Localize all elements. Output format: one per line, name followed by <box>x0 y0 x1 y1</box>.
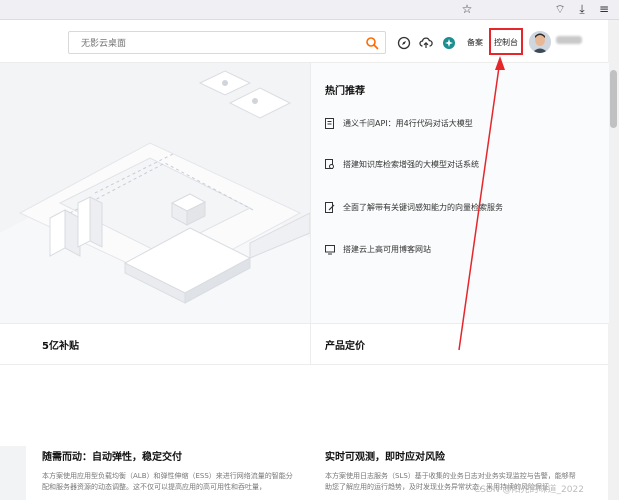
hot-item-label[interactable]: 全面了解带有关键词感知能力的向量检索服务 <box>343 202 503 213</box>
username-blurred[interactable] <box>556 36 582 44</box>
feature-block: 随需而动：自动弹性，稳定交付 本方案使用应用型负载均衡（ALB）和弹性伸缩（ES… <box>42 448 312 493</box>
feature-thumbnail <box>0 446 26 500</box>
subsidy-card[interactable]: 5亿补贴 <box>28 324 308 364</box>
browser-toolbar: ☆ ⌔ ⤓ ≡ <box>0 0 619 20</box>
cards-row: 5亿补贴 产品定价 <box>0 323 608 365</box>
document-icon <box>325 117 334 129</box>
ai-assistant-icon[interactable] <box>442 36 456 50</box>
edit-document-icon <box>325 201 335 213</box>
menu-icon[interactable]: ≡ <box>597 2 611 16</box>
hot-item-label[interactable]: 通义千问API：用4行代码对话大模型 <box>343 118 473 129</box>
subsidy-title[interactable]: 5亿补贴 <box>42 337 79 352</box>
hot-item[interactable]: 通义千问API：用4行代码对话大模型 <box>325 116 473 130</box>
cloud-upload-icon[interactable] <box>419 36 433 50</box>
search-box[interactable] <box>68 31 386 54</box>
scrollbar-thumb[interactable] <box>610 70 617 128</box>
hot-item[interactable]: 全面了解带有关键词感知能力的向量检索服务 <box>325 200 503 214</box>
download-icon[interactable]: ⤓ <box>575 2 589 16</box>
avatar[interactable] <box>529 31 551 53</box>
search-document-icon <box>325 158 334 169</box>
bookmark-star-icon[interactable]: ☆ <box>460 2 474 16</box>
console-highlight-box <box>489 28 523 55</box>
hot-item[interactable]: 搭建云上高可用博客网站 <box>325 242 431 256</box>
search-input[interactable] <box>79 35 353 53</box>
search-icon[interactable] <box>365 36 379 50</box>
compass-icon[interactable] <box>397 36 411 50</box>
pricing-card[interactable]: 产品定价 <box>311 324 608 364</box>
pocket-icon[interactable]: ⌔ <box>553 2 567 16</box>
pricing-title[interactable]: 产品定价 <box>325 337 365 352</box>
hot-item[interactable]: 搭建知识库检索增强的大模型对话系统 <box>325 157 479 171</box>
hot-title: 热门推荐 <box>325 86 365 97</box>
hot-item-label[interactable]: 搭建云上高可用博客网站 <box>343 244 431 255</box>
monitor-icon <box>325 244 335 254</box>
watermark: CSDN @阳光的味道_2022 <box>474 485 584 495</box>
feature-title: 随需而动：自动弹性，稳定交付 <box>42 452 182 463</box>
filing-link[interactable]: 备案 <box>467 37 483 48</box>
hot-item-label[interactable]: 搭建知识库检索增强的大模型对话系统 <box>343 159 479 170</box>
top-navigation: 备案 控制台 <box>0 20 608 63</box>
feature-title: 实时可观测，即时应对风险 <box>325 452 445 463</box>
hero-illustration <box>0 63 310 323</box>
feature-description: 本方案使用应用型负载均衡（ALB）和弹性伸缩（ESS）来进行网络流量的智能分配和… <box>42 472 293 491</box>
hot-recommendations-panel: 热门推荐 通义千问API：用4行代码对话大模型 搭建知识库检索增强的大模型对话系… <box>310 63 609 323</box>
